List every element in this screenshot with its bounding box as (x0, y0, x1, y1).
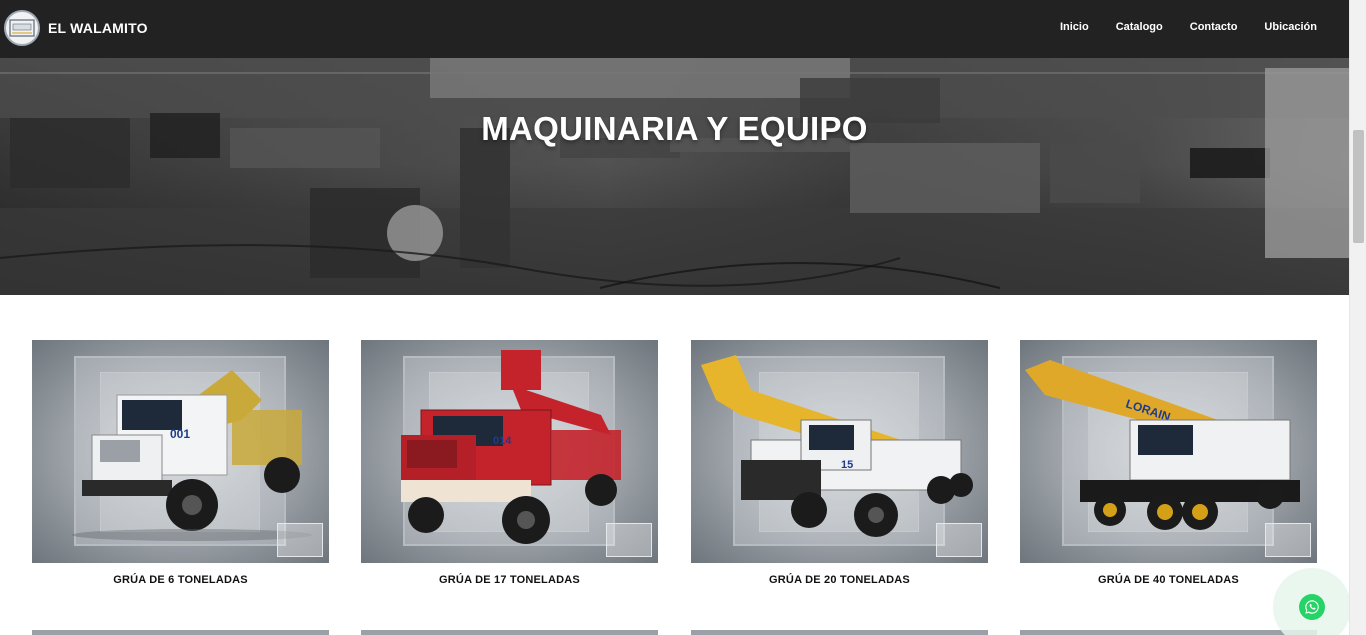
whatsapp-icon[interactable] (1299, 594, 1325, 620)
catalog-card-partial (32, 630, 329, 635)
crane-truck-image[interactable]: LORAIN (1020, 340, 1317, 563)
crane-truck-image[interactable]: 014 (361, 340, 658, 563)
unit-number: 014 (493, 435, 512, 447)
nav-link-contacto[interactable]: Contacto (1190, 21, 1238, 33)
page-title: MAQUINARIA Y EQUIPO (481, 110, 868, 147)
product-title[interactable]: GRÚA DE 40 TONELADAS (1020, 574, 1317, 586)
product-title[interactable]: GRÚA DE 17 TONELADAS (361, 574, 658, 586)
top-navbar: EL WALAMITO Inicio Catalogo Contacto Ubi… (0, 0, 1349, 58)
scrollbar-thumb[interactable] (1353, 130, 1364, 243)
product-title[interactable]: GRÚA DE 20 TONELADAS (691, 574, 988, 586)
catalog-card-partial (1020, 630, 1317, 635)
crane-truck-image[interactable]: 15 (691, 340, 988, 563)
catalog-card[interactable]: LORAIN GRÚA DE 40 TONELADAS (1020, 340, 1317, 586)
catalog-card-partial (361, 630, 658, 635)
unit-number: 15 (841, 459, 853, 471)
walamito-logo-icon[interactable] (4, 10, 40, 46)
workshop-photo (0, 58, 1349, 295)
unit-number: 001 (170, 427, 190, 441)
nav-link-ubicacion[interactable]: Ubicación (1264, 21, 1317, 33)
watermark-logo-icon (606, 523, 652, 557)
hero-banner: MAQUINARIA Y EQUIPO (0, 58, 1349, 295)
nav-link-inicio[interactable]: Inicio (1060, 21, 1089, 33)
watermark-logo-icon (936, 523, 982, 557)
watermark-logo-icon (1265, 523, 1311, 557)
brand-name[interactable]: EL WALAMITO (48, 20, 148, 36)
watermark-logo-icon (277, 523, 323, 557)
main-nav: Inicio Catalogo Contacto Ubicación (1033, 21, 1317, 33)
catalog-card[interactable]: 15 GRÚA DE 20 TONELADAS (691, 340, 988, 586)
catalog-card[interactable]: 001 GRÚA DE 6 TONELADAS (32, 340, 329, 586)
catalog-card[interactable]: 014 GRÚA DE 17 TONELADAS (361, 340, 658, 586)
product-title[interactable]: GRÚA DE 6 TONELADAS (32, 574, 329, 586)
nav-link-catalogo[interactable]: Catalogo (1116, 21, 1163, 33)
page-scrollbar[interactable] (1349, 0, 1366, 635)
crane-truck-image[interactable]: 001 (32, 340, 329, 563)
catalog-card-partial (691, 630, 988, 635)
